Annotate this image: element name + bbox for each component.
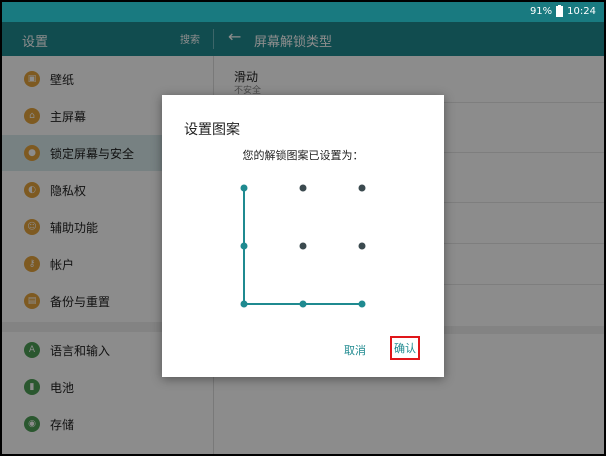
pattern-dot-2 xyxy=(299,184,307,192)
pattern-dot-1 xyxy=(240,184,248,192)
clock: 10:24 xyxy=(567,6,596,17)
pattern-dot-9 xyxy=(358,300,366,308)
pattern-dot-3 xyxy=(358,184,366,192)
battery-percent: 91% xyxy=(529,6,553,17)
pattern-dot-8 xyxy=(299,300,307,308)
pattern-dot-5 xyxy=(299,242,307,250)
pattern-dot-4 xyxy=(240,242,248,250)
cancel-button[interactable]: 取消 xyxy=(344,342,366,358)
status-bar: 91% 10:24 xyxy=(2,2,604,22)
pattern-dot-6 xyxy=(358,242,366,250)
screen: 91% 10:24 设置 搜索 ← 屏幕解锁类型 ▣ 壁纸 ⌂ 主屏幕 ● 锁定… xyxy=(0,0,606,456)
pattern-dot-7 xyxy=(240,300,248,308)
confirm-button[interactable]: 确认 xyxy=(390,336,420,360)
unlock-pattern xyxy=(240,184,366,308)
battery-icon xyxy=(556,5,564,17)
set-pattern-dialog: 设置图案 您的解锁图案已设置为： 取消 确认 xyxy=(162,95,444,377)
